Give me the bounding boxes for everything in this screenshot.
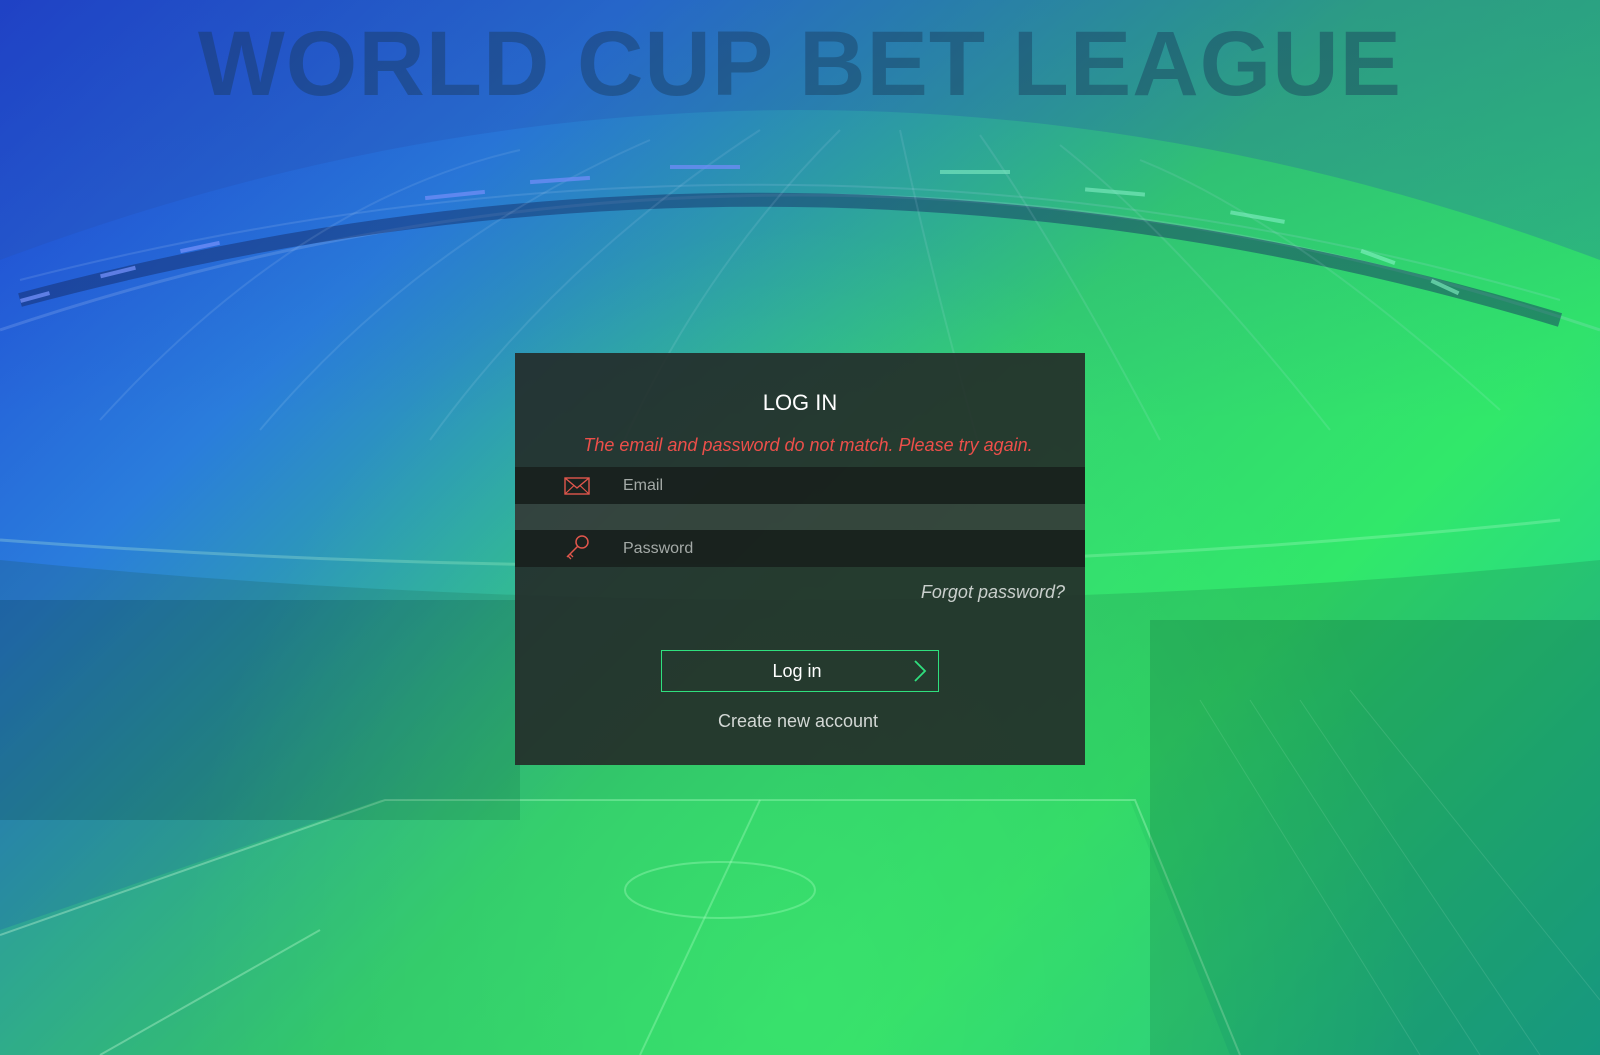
chevron-right-icon (914, 660, 927, 682)
email-input[interactable] (623, 467, 1063, 504)
password-input[interactable] (623, 530, 1063, 567)
key-icon (566, 535, 589, 560)
envelope-icon (564, 477, 590, 495)
email-field-row (515, 467, 1085, 504)
login-heading: LOG IN (762, 390, 838, 415)
site-title: WORLD CUP BET LEAGUE (197, 13, 1403, 115)
password-field-row (515, 530, 1085, 567)
login-button-label: Log in (772, 661, 822, 681)
field-divider (515, 504, 1085, 530)
error-message: The email and password do not match. Ple… (583, 435, 1033, 455)
create-account-link[interactable]: Create new account (515, 709, 1081, 733)
login-button[interactable]: Log in (661, 650, 939, 692)
login-panel: LOG IN The email and password do not mat… (515, 353, 1085, 765)
forgot-password-link[interactable]: Forgot password? (921, 580, 1065, 604)
